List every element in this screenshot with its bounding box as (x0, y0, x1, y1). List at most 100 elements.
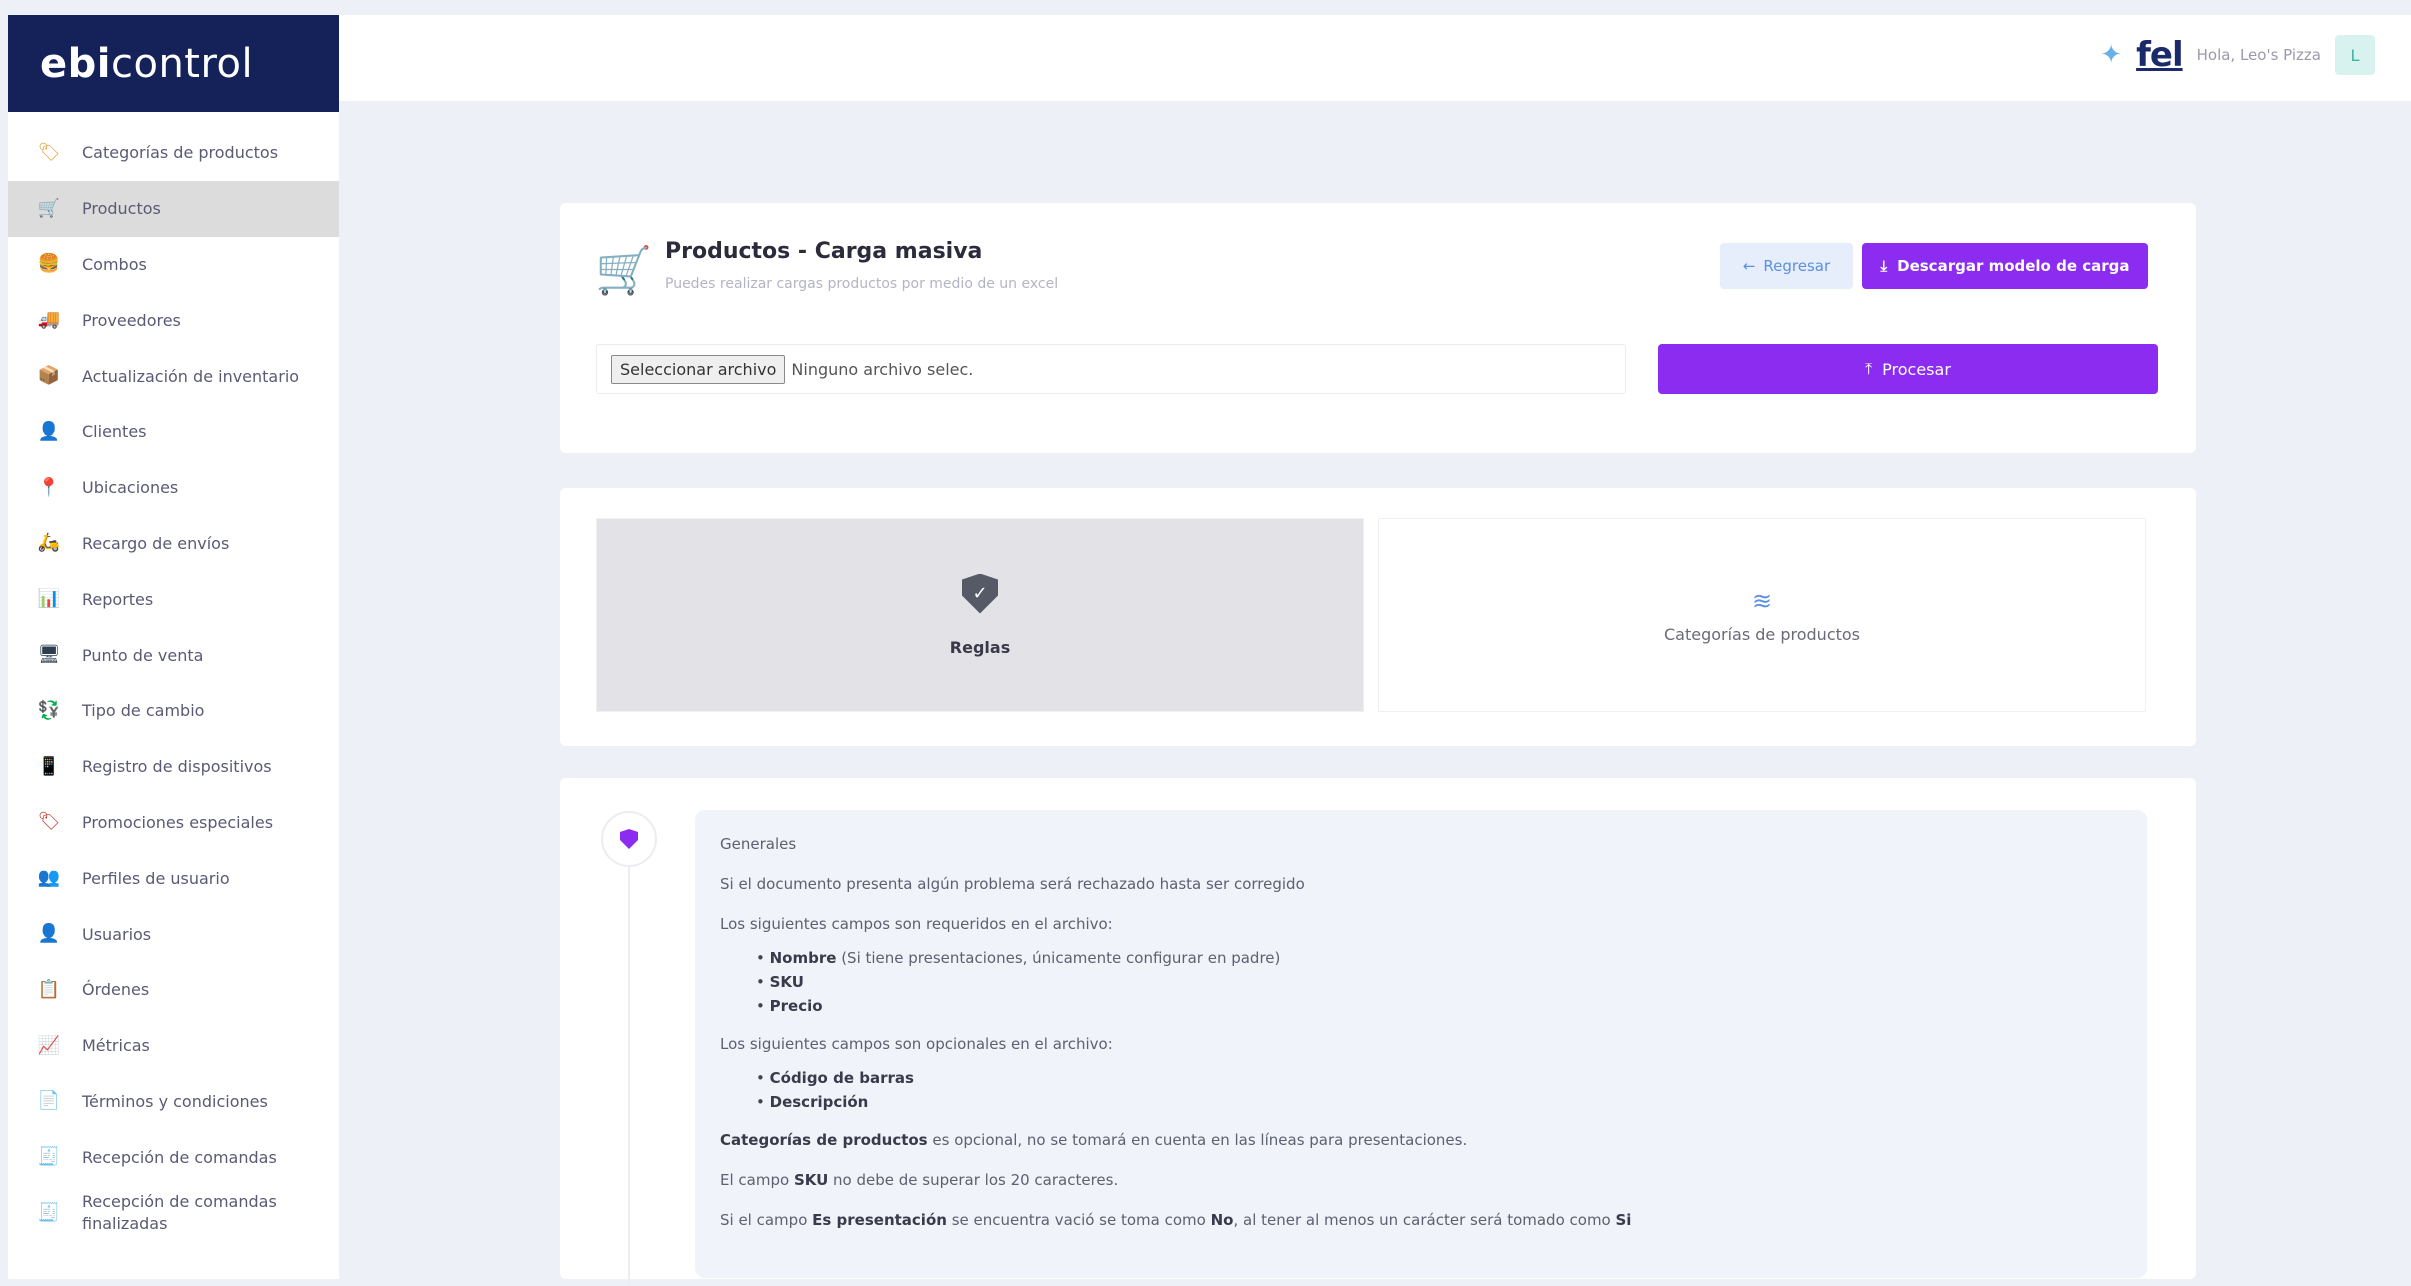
optional-intro: Los siguientes campos son opcionales en … (720, 1035, 1113, 1053)
tab-rules-label: Reglas (949, 637, 1011, 657)
sidebar-item-label: Órdenes (82, 980, 150, 1000)
sidebar-item[interactable]: 📍 Ubicaciones (8, 460, 339, 516)
pres-rule-a: Si el campo (720, 1211, 813, 1229)
sidebar-item-icon: 👥 (37, 867, 61, 889)
sidebar-item[interactable]: 📊 Reportes (8, 571, 339, 627)
sidebar-item-icon: 🏷 (37, 141, 61, 163)
shield-icon (620, 829, 638, 849)
sidebar-item[interactable]: 🏷 Promociones especiales (8, 795, 339, 851)
sidebar: ebi control 🏷 Categorías de productos 🛒 Prod… (8, 15, 339, 1279)
rules-general-text: Si el documento presenta algún problema … (720, 875, 1305, 893)
sidebar-item[interactable]: 🛒 Productos (8, 180, 339, 237)
sidebar-item-icon: 🛵 (37, 532, 61, 554)
presentation-rule: Si el campo Es presentación se encuentra… (720, 1211, 2122, 1229)
app-logo[interactable]: ebi control (8, 15, 339, 112)
shield-check-icon: ✓ (962, 573, 998, 614)
avatar[interactable]: L (2335, 35, 2375, 75)
fel-logo[interactable]: fel (2136, 35, 2184, 75)
sidebar-item-label: Punto de venta (82, 645, 204, 665)
upload-icon: ⤒ (1865, 359, 1873, 378)
back-button[interactable]: ← Regresar (1720, 243, 1853, 289)
upload-card: 🛒 Productos - Carga masiva Puedes realiz… (560, 203, 2196, 453)
tab-rules[interactable]: ✓ Reglas (596, 518, 1364, 712)
sidebar-item-label: Recepción de comandas finalizadas (82, 1191, 277, 1234)
rules-heading: Generales (720, 835, 797, 853)
pres-rule-f: Si (1615, 1211, 1632, 1229)
logo-part-ebi: ebi (40, 40, 111, 87)
sku-rule: El campo SKU no debe de superar los 20 c… (720, 1171, 2122, 1189)
required-fields-list: Nombre (Si tiene presentaciones, únicame… (769, 949, 2122, 1015)
pres-rule-b: Es presentación (812, 1211, 947, 1229)
sidebar-item[interactable]: 🏷 Categorías de productos (8, 125, 339, 181)
field-name: Descripción (769, 1093, 869, 1111)
sku-rule-a: El campo (720, 1171, 794, 1189)
sidebar-item-icon: 📈 (37, 1034, 61, 1056)
timeline-line (628, 856, 630, 1286)
field-name: Código de barras (769, 1069, 914, 1087)
sidebar-item-label: Tipo de cambio (82, 701, 205, 721)
process-button-label: Procesar (1882, 359, 1951, 379)
pres-rule-e: , al tener al menos un carácter será tom… (1233, 1211, 1616, 1229)
sidebar-item[interactable]: 👤 Usuarios (8, 906, 339, 962)
field-name: Precio (769, 997, 823, 1015)
sidebar-item[interactable]: 🛵 Recargo de envíos (8, 516, 339, 572)
download-template-button[interactable]: ⤓ Descargar modelo de carga (1862, 243, 2148, 289)
sidebar-item-label: Perfiles de usuario (82, 868, 230, 888)
process-button[interactable]: ⤒ Procesar (1658, 344, 2158, 394)
choose-file-button[interactable]: Seleccionar archivo (611, 354, 786, 384)
tabs-card: ✓ Reglas ≋ Categorías de productos (560, 488, 2196, 746)
sidebar-item-label: Recargo de envíos (82, 533, 230, 553)
sidebar-item[interactable]: 📋 Órdenes (8, 962, 339, 1018)
optional-fields-list: Código de barras Descripción (769, 1069, 2122, 1111)
sidebar-item[interactable]: 🍔 Combos (8, 237, 339, 293)
sidebar-item-icon: 👤 (37, 923, 61, 945)
list-item: Nombre (Si tiene presentaciones, únicame… (769, 949, 2122, 967)
sidebar-item[interactable]: 👤 Clientes (8, 404, 339, 460)
field-note: (Si tiene presentaciones, únicamente con… (836, 949, 1281, 967)
list-item: SKU (770, 973, 2122, 991)
sidebar-item-icon: 🖥 (37, 644, 61, 666)
sidebar-item[interactable]: 📦 Actualización de inventario (8, 348, 339, 404)
sidebar-item-icon: 💱 (37, 699, 61, 721)
categories-rule: Categorías de productos es opcional, no … (720, 1131, 2122, 1149)
sidebar-item-label: Proveedores (82, 310, 181, 330)
sidebar-item[interactable]: 🚚 Proveedores (8, 292, 339, 348)
file-input[interactable]: Seleccionar archivo Ninguno archivo sele… (596, 344, 1626, 394)
sidebar-item-label: Promociones especiales (82, 812, 274, 832)
sidebar-item-icon: 📊 (37, 588, 61, 610)
sidebar-item-label: Métricas (82, 1036, 150, 1056)
sidebar-item[interactable]: 💱 Tipo de cambio (8, 683, 339, 739)
sidebar-item-icon: 📍 (37, 476, 61, 498)
arrow-left-icon: ← (1742, 257, 1756, 275)
sidebar-item[interactable]: 📈 Métricas (8, 1018, 339, 1074)
sidebar-item-label: Productos (82, 199, 161, 219)
sidebar-item-label: Usuarios (82, 924, 152, 944)
logo-part-control: control (110, 40, 254, 87)
sidebar-item-icon: 📦 (37, 365, 61, 387)
sidebar-item[interactable]: 🖥 Punto de venta (8, 627, 339, 683)
layers-icon: ≋ (1751, 586, 1773, 615)
sidebar-item[interactable]: 📄 Términos y condiciones (8, 1074, 339, 1130)
sidebar-item-icon: 🛒 (37, 197, 61, 219)
sidebar-item-icon: 🏷 (37, 811, 61, 833)
sidebar-item[interactable]: 🧾 Recepción de comandas finalizadas (8, 1185, 339, 1241)
download-button-label: Descargar modelo de carga (1897, 257, 2130, 275)
pres-rule-c: se encuentra vació se toma como (946, 1211, 1211, 1229)
sidebar-item[interactable]: 👥 Perfiles de usuario (8, 850, 339, 906)
sidebar-nav: 🏷 Categorías de productos 🛒 Productos 🍔 Combo… (8, 112, 339, 1241)
sidebar-item[interactable]: 📱 Registro de dispositivos (8, 739, 339, 795)
sidebar-item-icon: 📱 (37, 755, 61, 777)
sidebar-item[interactable]: 🧾 Recepción de comandas (8, 1129, 339, 1185)
rules-panel: Generales Si el documento presenta algún… (695, 810, 2147, 1278)
tab-categories[interactable]: ≋ Categorías de productos (1378, 518, 2146, 712)
user-greeting[interactable]: Hola, Leo's Pizza (2197, 46, 2321, 64)
sidebar-item-icon: 👤 (37, 420, 61, 442)
categories-rule-text: es opcional, no se tomará en cuenta en l… (927, 1131, 1468, 1149)
sidebar-item-label: Categorías de productos (82, 143, 279, 163)
sidebar-item-label: Registro de dispositivos (82, 757, 272, 777)
sparkle-icon[interactable]: ✦ (2100, 40, 2122, 70)
list-item: Código de barras (769, 1069, 2122, 1087)
categories-rule-bold: Categorías de productos (720, 1131, 928, 1149)
field-name: Nombre (769, 949, 837, 967)
sidebar-item-label: Reportes (82, 589, 154, 609)
